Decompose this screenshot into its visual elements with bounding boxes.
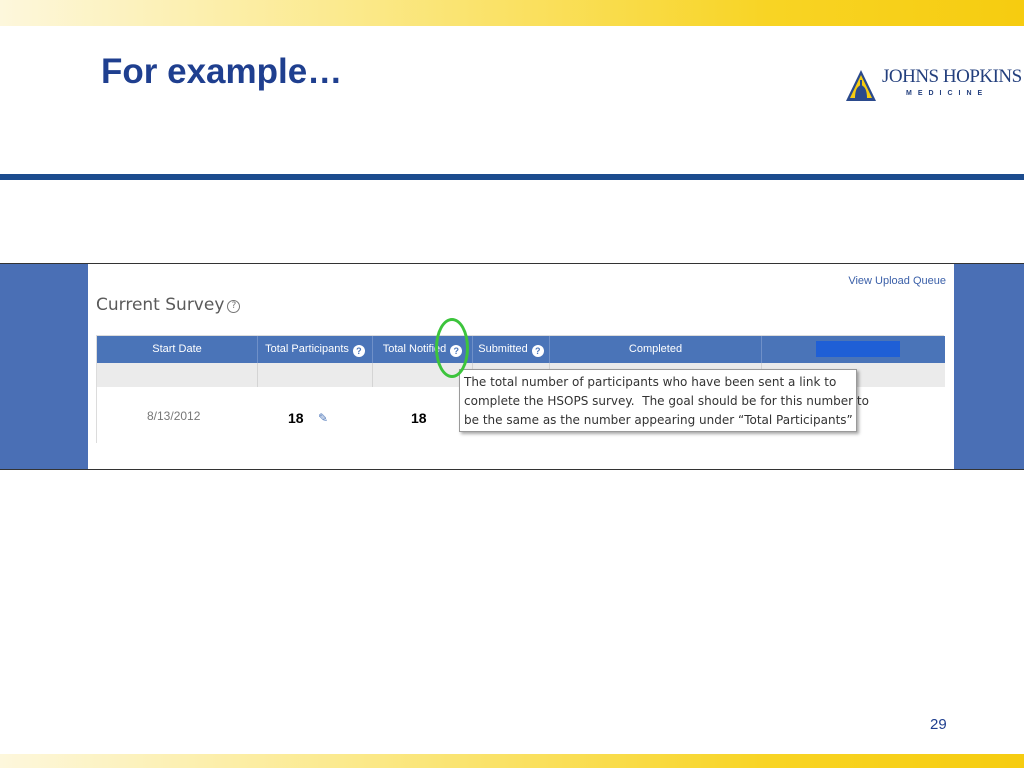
survey-panel: View Upload Queue Current Survey? Start … xyxy=(88,264,954,469)
view-upload-queue-link[interactable]: View Upload Queue xyxy=(848,275,946,287)
green-highlight-circle xyxy=(435,318,469,378)
screenshot-frame: View Upload Queue Current Survey? Start … xyxy=(0,263,1024,470)
total-notified-cell: 18 xyxy=(411,410,427,426)
page-number: 29 xyxy=(930,716,947,733)
tooltip-total-notified: The total number of participants who hav… xyxy=(459,369,869,432)
pencil-icon[interactable]: ✎ xyxy=(318,411,328,425)
current-survey-heading: Current Survey? xyxy=(96,295,241,315)
column-total-participants: Total Participants? xyxy=(258,336,373,363)
column-label: Total Participants xyxy=(265,343,349,355)
header-redaction-block xyxy=(816,341,900,357)
bottom-yellow-band xyxy=(0,754,1024,768)
help-icon[interactable]: ? xyxy=(352,345,365,357)
column-submitted: Submitted? xyxy=(473,336,550,363)
johns-hopkins-logo: JOHNS HOPKINS MEDICINE xyxy=(844,66,1022,106)
table-header: Start Date Total Participants? Total Not… xyxy=(97,336,945,363)
top-yellow-band xyxy=(0,0,1024,26)
column-start-date: Start Date xyxy=(97,336,258,363)
logo-wordmark: JOHNS HOPKINS xyxy=(882,66,1022,87)
column-label: Submitted xyxy=(478,343,528,355)
slide-title: For example… xyxy=(101,52,343,91)
filter-cell xyxy=(97,363,258,387)
dome-icon xyxy=(846,70,876,101)
column-label: Completed xyxy=(628,343,683,355)
current-survey-title: Current Survey xyxy=(96,295,225,315)
help-icon[interactable]: ? xyxy=(227,300,241,313)
column-label: Start Date xyxy=(152,343,202,355)
column-completed: Completed xyxy=(550,336,762,363)
help-icon[interactable]: ? xyxy=(531,345,544,357)
header-divider xyxy=(0,174,1024,180)
logo-subtitle: MEDICINE xyxy=(906,90,989,97)
total-participants-cell: 18 xyxy=(288,410,304,426)
filter-cell xyxy=(258,363,373,387)
start-date-cell: 8/13/2012 xyxy=(147,409,201,423)
